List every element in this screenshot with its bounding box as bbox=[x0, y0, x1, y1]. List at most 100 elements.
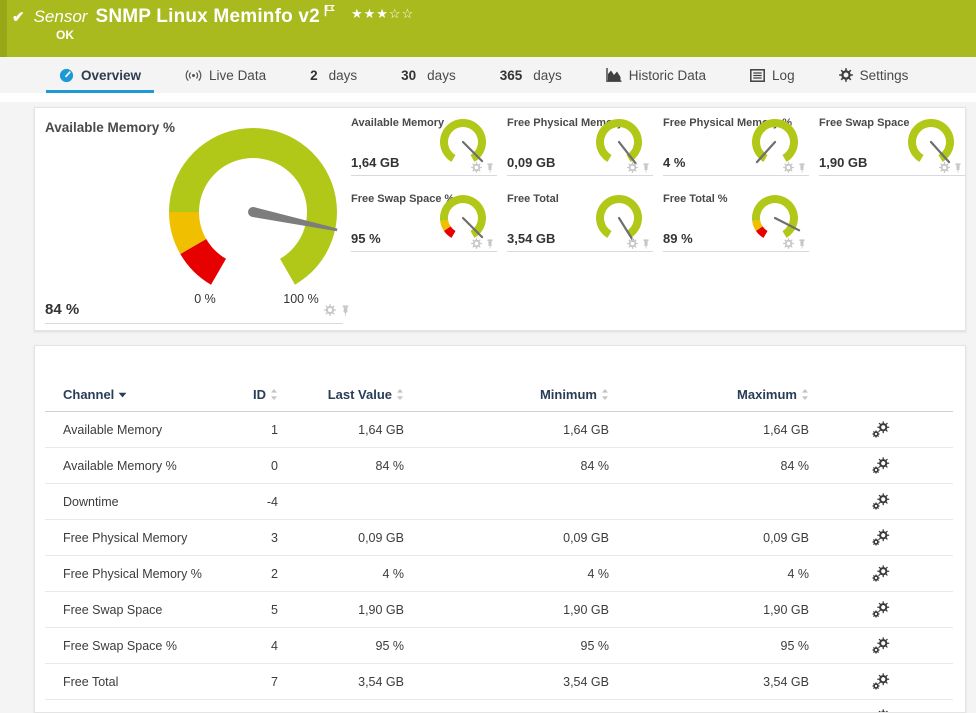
edit-channel-icon[interactable] bbox=[872, 493, 890, 511]
cell-last-value: 95 % bbox=[278, 627, 404, 664]
gauge-max-label: 100 % bbox=[283, 292, 319, 306]
tab-30-days[interactable]: 30 days bbox=[388, 57, 469, 93]
cell-last-value: 0,09 GB bbox=[278, 519, 404, 556]
mini-gauge-available-memory: Available Memory 1,64 GB bbox=[351, 112, 497, 176]
cell-id: -4 bbox=[235, 483, 278, 520]
sort-icon bbox=[602, 389, 608, 400]
mini-gauge-value: 0,09 GB bbox=[507, 155, 556, 170]
cell-id: 2 bbox=[235, 555, 278, 592]
cell-maximum: 89 % bbox=[609, 699, 809, 712]
edit-channel-icon[interactable] bbox=[872, 529, 890, 547]
tab-log[interactable]: Log bbox=[737, 57, 808, 93]
edit-channel-icon[interactable] bbox=[872, 457, 890, 475]
stars-filled: ★★★ bbox=[350, 6, 389, 21]
column-header-edit bbox=[809, 382, 953, 412]
cell-maximum: 0,09 GB bbox=[609, 519, 809, 556]
cell-maximum: 1,64 GB bbox=[609, 411, 809, 448]
log-list-icon bbox=[750, 68, 765, 82]
table-row: Free Physical Memory 3 0,09 GB 0,09 GB 0… bbox=[45, 519, 953, 556]
main-gauge bbox=[168, 127, 338, 285]
edit-channel-icon[interactable] bbox=[872, 709, 890, 712]
cell-id: 0 bbox=[235, 447, 278, 484]
mini-gauge-title: Available Memory bbox=[351, 117, 445, 129]
priority-flag-icon[interactable] bbox=[324, 4, 335, 22]
tab-label: Historic Data bbox=[628, 67, 707, 83]
gauge-settings-gear-icon[interactable] bbox=[783, 238, 794, 249]
cell-minimum: 0,09 GB bbox=[404, 519, 609, 556]
sort-icon bbox=[271, 389, 277, 400]
cell-minimum: 95 % bbox=[404, 627, 609, 664]
cell-channel: Downtime bbox=[45, 483, 235, 520]
edit-channel-icon[interactable] bbox=[872, 421, 890, 439]
tab-live-data[interactable]: Live Data bbox=[172, 57, 279, 93]
edit-channel-icon[interactable] bbox=[872, 637, 890, 655]
gauges-panel: Available Memory % 0 % 100 % 84 % Availa… bbox=[34, 107, 966, 331]
mini-gauge-free-swap-space: Free Swap Space % 95 % bbox=[351, 188, 497, 252]
gauge-pin-icon[interactable] bbox=[641, 238, 651, 249]
gauge-pin-icon[interactable] bbox=[485, 162, 495, 173]
gauge-settings-gear-icon[interactable] bbox=[939, 162, 950, 173]
gauge-settings-gear-icon[interactable] bbox=[627, 238, 638, 249]
gauge-settings-gear-icon[interactable] bbox=[471, 162, 482, 173]
sensor-header: ✔ Sensor SNMP Linux Meminfo v2 ★★★☆☆ OK bbox=[0, 0, 976, 57]
column-header-minimum[interactable]: Minimum bbox=[404, 382, 609, 412]
cell-id: 7 bbox=[235, 663, 278, 700]
tab-overview[interactable]: Overview bbox=[46, 57, 155, 93]
edit-channel-icon[interactable] bbox=[872, 601, 890, 619]
stars-empty: ☆☆ bbox=[388, 6, 415, 21]
table-row: Free Swap Space 5 1,90 GB 1,90 GB 1,90 G… bbox=[45, 591, 953, 628]
gauge-value: 84 % bbox=[45, 301, 80, 318]
mini-gauges-grid: Available Memory 1,64 GB Free Physical M… bbox=[351, 112, 967, 252]
mini-gauge-value: 95 % bbox=[351, 231, 381, 246]
gauge-settings-gear-icon[interactable] bbox=[324, 304, 336, 316]
gauge-min-label: 0 % bbox=[194, 292, 216, 306]
cell-channel: Free Swap Space bbox=[45, 591, 235, 628]
tab-number: 30 bbox=[401, 67, 417, 83]
cell-id: 3 bbox=[235, 519, 278, 556]
gauge-settings-gear-icon[interactable] bbox=[783, 162, 794, 173]
gauge-pin-icon[interactable] bbox=[797, 238, 807, 249]
cell-maximum: 95 % bbox=[609, 627, 809, 664]
tabbar-bottom-strip bbox=[0, 93, 976, 102]
gauge-pin-icon[interactable] bbox=[485, 238, 495, 249]
status-badge: OK bbox=[56, 28, 74, 42]
gauge-pin-icon[interactable] bbox=[797, 162, 807, 173]
column-header-channel[interactable]: Channel bbox=[45, 382, 235, 412]
tab-settings[interactable]: Settings bbox=[826, 57, 922, 93]
tab-historic-data[interactable]: Historic Data bbox=[593, 57, 719, 93]
gear-icon bbox=[838, 68, 853, 82]
column-header-id[interactable]: ID bbox=[235, 382, 278, 412]
gauge-pin-icon[interactable] bbox=[340, 304, 351, 316]
column-header-maximum[interactable]: Maximum bbox=[609, 382, 809, 412]
cell-channel: Free Physical Memory bbox=[45, 519, 235, 556]
cell-maximum: 1,90 GB bbox=[609, 591, 809, 628]
channels-table: Channel ID Last Value Minimum Maximum Av… bbox=[45, 382, 953, 712]
gauge-pin-icon[interactable] bbox=[953, 162, 963, 173]
table-header-row: Channel ID Last Value Minimum Maximum bbox=[45, 382, 953, 412]
gauge-icon bbox=[59, 68, 74, 83]
tab-365-days[interactable]: 365 days bbox=[487, 57, 575, 93]
mini-gauge-free-total: Free Total 3,54 GB bbox=[507, 188, 653, 252]
column-header-last-value[interactable]: Last Value bbox=[278, 382, 404, 412]
edit-channel-icon[interactable] bbox=[872, 673, 890, 691]
table-row: Free Swap Space % 4 95 % 95 % 95 % bbox=[45, 627, 953, 664]
header-edge-strip bbox=[0, 0, 7, 57]
cell-last-value: 89 % bbox=[278, 699, 404, 712]
priority-stars[interactable]: ★★★☆☆ bbox=[351, 6, 414, 22]
cell-last-value: 3,54 GB bbox=[278, 663, 404, 700]
cell-minimum: 3,54 GB bbox=[404, 663, 609, 700]
table-row: Free Total 7 3,54 GB 3,54 GB 3,54 GB bbox=[45, 663, 953, 700]
tab-number: 2 bbox=[310, 67, 318, 83]
tab-2-days[interactable]: 2 days bbox=[297, 57, 370, 93]
cell-channel: Free Total bbox=[45, 663, 235, 700]
gauge-pin-icon[interactable] bbox=[641, 162, 651, 173]
tab-label: Settings bbox=[859, 67, 909, 83]
mini-gauge-value: 1,90 GB bbox=[819, 155, 868, 170]
cell-channel: Free Total % bbox=[45, 699, 235, 712]
cell-last-value: 84 % bbox=[278, 447, 404, 484]
cell-minimum bbox=[404, 483, 609, 520]
table-row: Free Total % 6 89 % 89 % 89 % bbox=[45, 699, 953, 712]
edit-channel-icon[interactable] bbox=[872, 565, 890, 583]
gauge-settings-gear-icon[interactable] bbox=[627, 162, 638, 173]
gauge-settings-gear-icon[interactable] bbox=[471, 238, 482, 249]
